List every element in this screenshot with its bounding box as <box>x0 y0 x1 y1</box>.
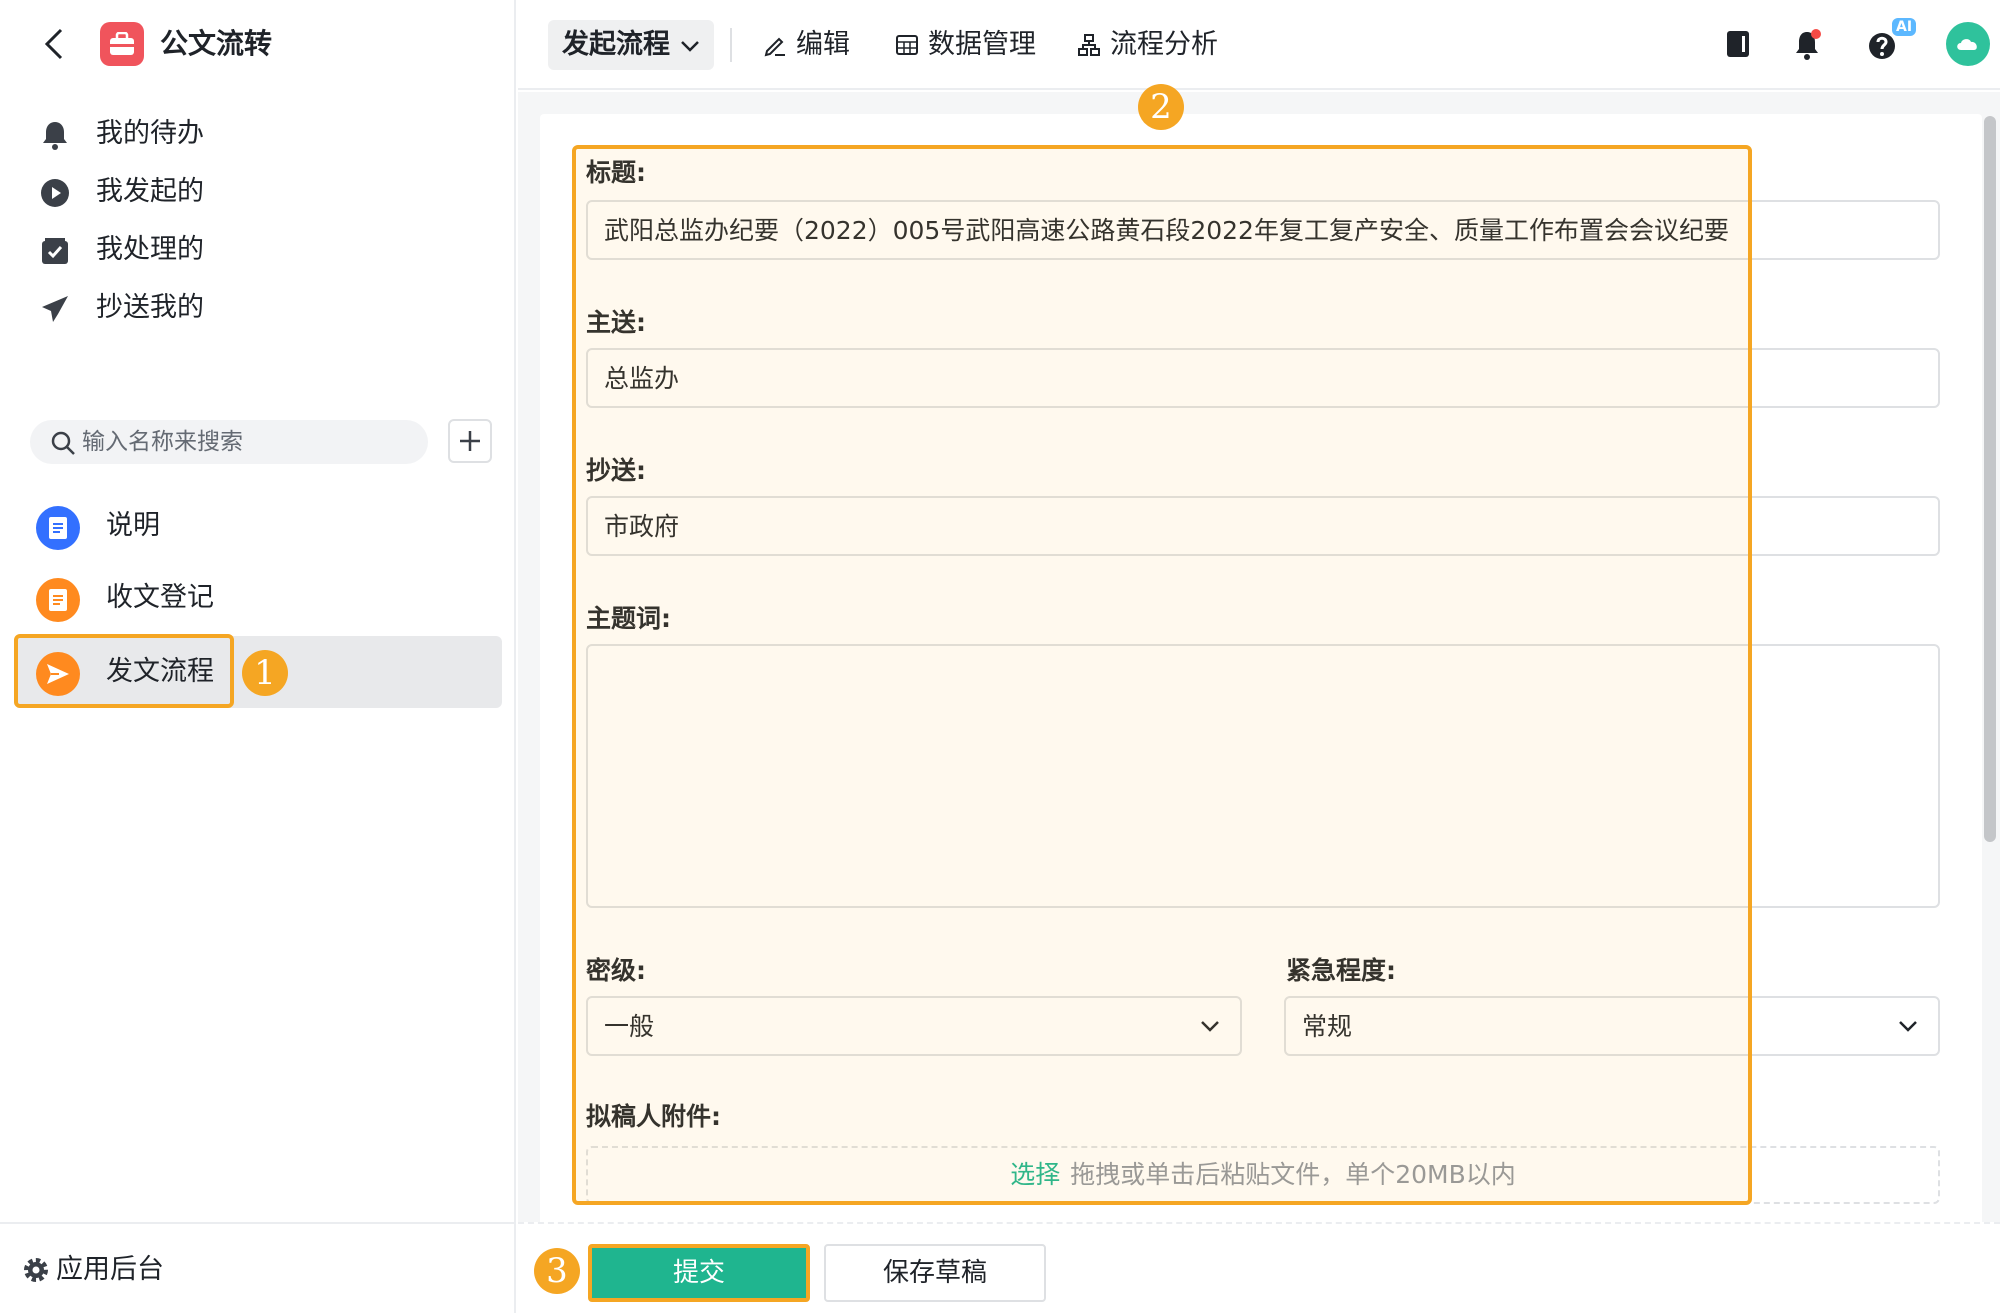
document-icon <box>36 578 80 622</box>
main-to-label: 主送: <box>586 308 646 337</box>
form-footer: 提交 保存草稿 <box>518 1222 2000 1313</box>
urgency-label: 紧急程度: <box>1286 956 1396 985</box>
send-icon <box>36 652 80 696</box>
add-form-button[interactable] <box>448 419 492 463</box>
app-header: 公文流转 <box>0 0 516 90</box>
nav-label: 抄送我的 <box>96 292 204 323</box>
nav-label: 我的待办 <box>96 118 204 149</box>
app-title: 公文流转 <box>160 27 273 60</box>
search-box <box>30 420 428 464</box>
nav-my-todo[interactable]: 我的待办 <box>0 104 516 164</box>
secrecy-label: 密级: <box>586 956 646 985</box>
search-icon <box>51 431 75 455</box>
gear-icon <box>24 1258 48 1282</box>
keywords-label: 主题词: <box>586 604 671 633</box>
submit-button[interactable]: 提交 <box>588 1244 810 1302</box>
title-label: 标题: <box>586 158 646 187</box>
chevron-down-icon <box>1899 1021 1917 1032</box>
cc-field[interactable]: 市政府 <box>586 496 1940 556</box>
title-value: 武阳总监办纪要（2022）005号武阳高速公路黄石段2022年复工复产安全、质量… <box>604 216 1729 245</box>
form-item-label: 发文流程 <box>106 656 214 687</box>
upload-select-link[interactable]: 选择 <box>1010 1160 1060 1189</box>
attachment-label: 拟稿人附件: <box>586 1102 721 1131</box>
nav-label: 我处理的 <box>96 234 204 265</box>
nav-label: 我发起的 <box>96 176 204 207</box>
main-to-value: 总监办 <box>604 364 680 393</box>
briefcase-icon <box>100 22 144 66</box>
nav-handled-by-me[interactable]: 我处理的 <box>0 220 516 280</box>
form-fields: 标题: 武阳总监办纪要（2022）005号武阳高速公路黄石段2022年复工复产安… <box>518 0 2000 1313</box>
document-icon <box>36 506 80 550</box>
play-circle-icon <box>38 176 72 210</box>
paper-plane-icon <box>38 292 72 326</box>
check-box-icon <box>38 234 72 268</box>
urgency-select[interactable]: 常规 <box>1284 996 1940 1056</box>
main-to-field[interactable]: 总监办 <box>586 348 1940 408</box>
search-input[interactable] <box>82 424 412 460</box>
cc-label: 抄送: <box>586 456 646 485</box>
bell-icon <box>38 118 72 152</box>
upload-hint: 拖拽或单击后粘贴文件，单个20MB以内 <box>1070 1160 1516 1189</box>
form-item-receipt-register[interactable]: 收文登记 <box>14 562 502 634</box>
callout-badge-1: 1 <box>242 650 288 696</box>
sidebar: 公文流转 我的待办 我发起的 我处理的 抄送我的 说明 <box>0 0 516 1313</box>
title-field[interactable]: 武阳总监办纪要（2022）005号武阳高速公路黄石段2022年复工复产安全、质量… <box>586 200 1940 260</box>
plus-icon <box>460 431 480 451</box>
secrecy-select[interactable]: 一般 <box>586 996 1242 1056</box>
save-draft-button[interactable]: 保存草稿 <box>824 1244 1046 1302</box>
callout-badge-2: 2 <box>1138 84 1184 130</box>
callout-badge-3: 3 <box>534 1248 580 1294</box>
nav-cc-to-me[interactable]: 抄送我的 <box>0 278 516 338</box>
nav-initiated-by-me[interactable]: 我发起的 <box>0 162 516 222</box>
form-item-instructions[interactable]: 说明 <box>14 490 502 562</box>
back-button[interactable] <box>36 22 72 66</box>
urgency-value: 常规 <box>1302 1012 1353 1041</box>
secrecy-value: 一般 <box>604 1012 655 1041</box>
chevron-left-icon <box>44 28 63 60</box>
app-backend-link[interactable]: 应用后台 <box>0 1222 516 1313</box>
form-item-label: 说明 <box>106 510 160 541</box>
attachment-upload-area[interactable]: 选择 拖拽或单击后粘贴文件，单个20MB以内 <box>586 1146 1940 1204</box>
cc-value: 市政府 <box>604 512 680 541</box>
form-item-label: 收文登记 <box>106 582 214 613</box>
chevron-down-icon <box>1201 1021 1219 1032</box>
keywords-textarea[interactable] <box>586 644 1940 908</box>
app-backend-label: 应用后台 <box>56 1254 164 1285</box>
